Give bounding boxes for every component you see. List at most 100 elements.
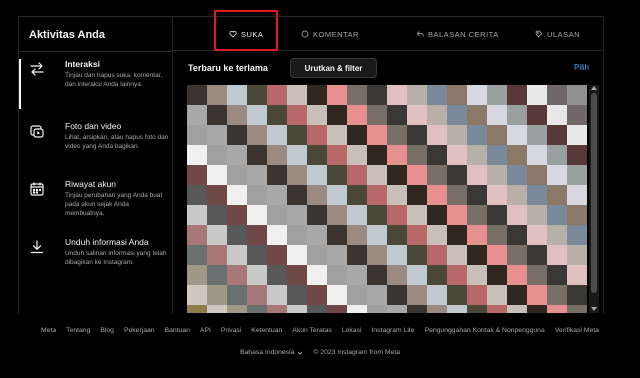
liked-post-thumbnail[interactable] xyxy=(527,185,547,205)
liked-post-thumbnail[interactable] xyxy=(467,165,487,185)
liked-post-thumbnail[interactable] xyxy=(267,165,287,185)
footer-link[interactable]: Instagram Lite xyxy=(371,327,414,334)
liked-post-thumbnail[interactable] xyxy=(447,265,467,285)
liked-post-thumbnail[interactable] xyxy=(267,245,287,265)
liked-post-thumbnail[interactable] xyxy=(327,205,347,225)
liked-post-thumbnail[interactable] xyxy=(227,185,247,205)
liked-post-thumbnail[interactable] xyxy=(487,245,507,265)
liked-post-thumbnail[interactable] xyxy=(187,305,207,313)
liked-post-thumbnail[interactable] xyxy=(367,105,387,125)
liked-post-thumbnail[interactable] xyxy=(507,145,527,165)
liked-post-thumbnail[interactable] xyxy=(487,165,507,185)
liked-post-thumbnail[interactable] xyxy=(387,285,407,305)
liked-post-thumbnail[interactable] xyxy=(387,245,407,265)
liked-post-thumbnail[interactable] xyxy=(567,305,587,313)
liked-post-thumbnail[interactable] xyxy=(327,225,347,245)
scroll-up-icon[interactable] xyxy=(591,86,597,90)
liked-post-thumbnail[interactable] xyxy=(507,305,527,313)
liked-post-thumbnail[interactable] xyxy=(467,285,487,305)
liked-post-thumbnail[interactable] xyxy=(207,165,227,185)
liked-post-thumbnail[interactable] xyxy=(407,165,427,185)
liked-post-thumbnail[interactable] xyxy=(467,145,487,165)
liked-post-thumbnail[interactable] xyxy=(327,305,347,313)
liked-post-thumbnail[interactable] xyxy=(307,185,327,205)
liked-post-thumbnail[interactable] xyxy=(447,305,467,313)
liked-post-thumbnail[interactable] xyxy=(207,265,227,285)
liked-post-thumbnail[interactable] xyxy=(347,245,367,265)
liked-post-thumbnail[interactable] xyxy=(567,225,587,245)
footer-link[interactable]: Bantuan xyxy=(165,327,190,334)
liked-post-thumbnail[interactable] xyxy=(467,305,487,313)
liked-post-thumbnail[interactable] xyxy=(487,305,507,313)
select-link[interactable]: Pilih xyxy=(574,63,589,72)
liked-post-thumbnail[interactable] xyxy=(227,305,247,313)
liked-post-thumbnail[interactable] xyxy=(247,165,267,185)
liked-post-thumbnail[interactable] xyxy=(427,265,447,285)
liked-post-thumbnail[interactable] xyxy=(487,85,507,105)
liked-post-thumbnail[interactable] xyxy=(547,305,567,313)
liked-post-thumbnail[interactable] xyxy=(207,205,227,225)
liked-post-thumbnail[interactable] xyxy=(347,265,367,285)
scrollbar-thumb[interactable] xyxy=(591,93,597,293)
liked-post-thumbnail[interactable] xyxy=(307,305,327,313)
liked-post-thumbnail[interactable] xyxy=(227,285,247,305)
liked-post-thumbnail[interactable] xyxy=(247,185,267,205)
liked-post-thumbnail[interactable] xyxy=(567,165,587,185)
liked-post-thumbnail[interactable] xyxy=(207,285,227,305)
liked-post-thumbnail[interactable] xyxy=(427,165,447,185)
liked-post-thumbnail[interactable] xyxy=(267,205,287,225)
liked-post-thumbnail[interactable] xyxy=(387,105,407,125)
liked-post-thumbnail[interactable] xyxy=(247,145,267,165)
liked-post-thumbnail[interactable] xyxy=(307,265,327,285)
liked-post-thumbnail[interactable] xyxy=(247,305,267,313)
footer-link[interactable]: Meta xyxy=(41,327,56,334)
liked-post-thumbnail[interactable] xyxy=(207,245,227,265)
liked-post-thumbnail[interactable] xyxy=(567,265,587,285)
liked-post-thumbnail[interactable] xyxy=(187,205,207,225)
liked-post-thumbnail[interactable] xyxy=(247,285,267,305)
liked-post-thumbnail[interactable] xyxy=(307,145,327,165)
liked-post-thumbnail[interactable] xyxy=(487,145,507,165)
liked-post-thumbnail[interactable] xyxy=(487,285,507,305)
liked-post-thumbnail[interactable] xyxy=(407,245,427,265)
liked-post-thumbnail[interactable] xyxy=(427,225,447,245)
footer-link[interactable]: Akun Teratas xyxy=(292,327,332,334)
tab-reviews[interactable]: ULASAN xyxy=(535,17,580,51)
liked-post-thumbnail[interactable] xyxy=(407,85,427,105)
liked-post-thumbnail[interactable] xyxy=(487,265,507,285)
liked-post-thumbnail[interactable] xyxy=(207,105,227,125)
liked-post-thumbnail[interactable] xyxy=(527,105,547,125)
liked-post-thumbnail[interactable] xyxy=(447,285,467,305)
liked-post-thumbnail[interactable] xyxy=(447,185,467,205)
liked-post-thumbnail[interactable] xyxy=(207,85,227,105)
liked-post-thumbnail[interactable] xyxy=(567,125,587,145)
liked-post-thumbnail[interactable] xyxy=(267,225,287,245)
liked-post-thumbnail[interactable] xyxy=(547,125,567,145)
liked-post-thumbnail[interactable] xyxy=(507,185,527,205)
liked-post-thumbnail[interactable] xyxy=(327,85,347,105)
liked-post-thumbnail[interactable] xyxy=(487,205,507,225)
liked-post-thumbnail[interactable] xyxy=(427,85,447,105)
liked-post-thumbnail[interactable] xyxy=(327,145,347,165)
liked-post-thumbnail[interactable] xyxy=(407,265,427,285)
liked-post-thumbnail[interactable] xyxy=(207,305,227,313)
liked-post-thumbnail[interactable] xyxy=(187,265,207,285)
liked-post-thumbnail[interactable] xyxy=(307,125,327,145)
liked-post-thumbnail[interactable] xyxy=(347,165,367,185)
liked-post-thumbnail[interactable] xyxy=(507,245,527,265)
liked-post-thumbnail[interactable] xyxy=(267,145,287,165)
liked-post-thumbnail[interactable] xyxy=(347,285,367,305)
liked-post-thumbnail[interactable] xyxy=(267,105,287,125)
liked-post-thumbnail[interactable] xyxy=(567,285,587,305)
liked-post-thumbnail[interactable] xyxy=(427,185,447,205)
liked-post-thumbnail[interactable] xyxy=(547,285,567,305)
liked-post-thumbnail[interactable] xyxy=(487,225,507,245)
scrollbar[interactable] xyxy=(589,85,599,313)
liked-post-thumbnail[interactable] xyxy=(347,145,367,165)
liked-post-thumbnail[interactable] xyxy=(247,265,267,285)
liked-post-thumbnail[interactable] xyxy=(547,145,567,165)
liked-post-thumbnail[interactable] xyxy=(387,185,407,205)
liked-post-thumbnail[interactable] xyxy=(367,305,387,313)
liked-post-thumbnail[interactable] xyxy=(247,225,267,245)
liked-post-thumbnail[interactable] xyxy=(287,225,307,245)
